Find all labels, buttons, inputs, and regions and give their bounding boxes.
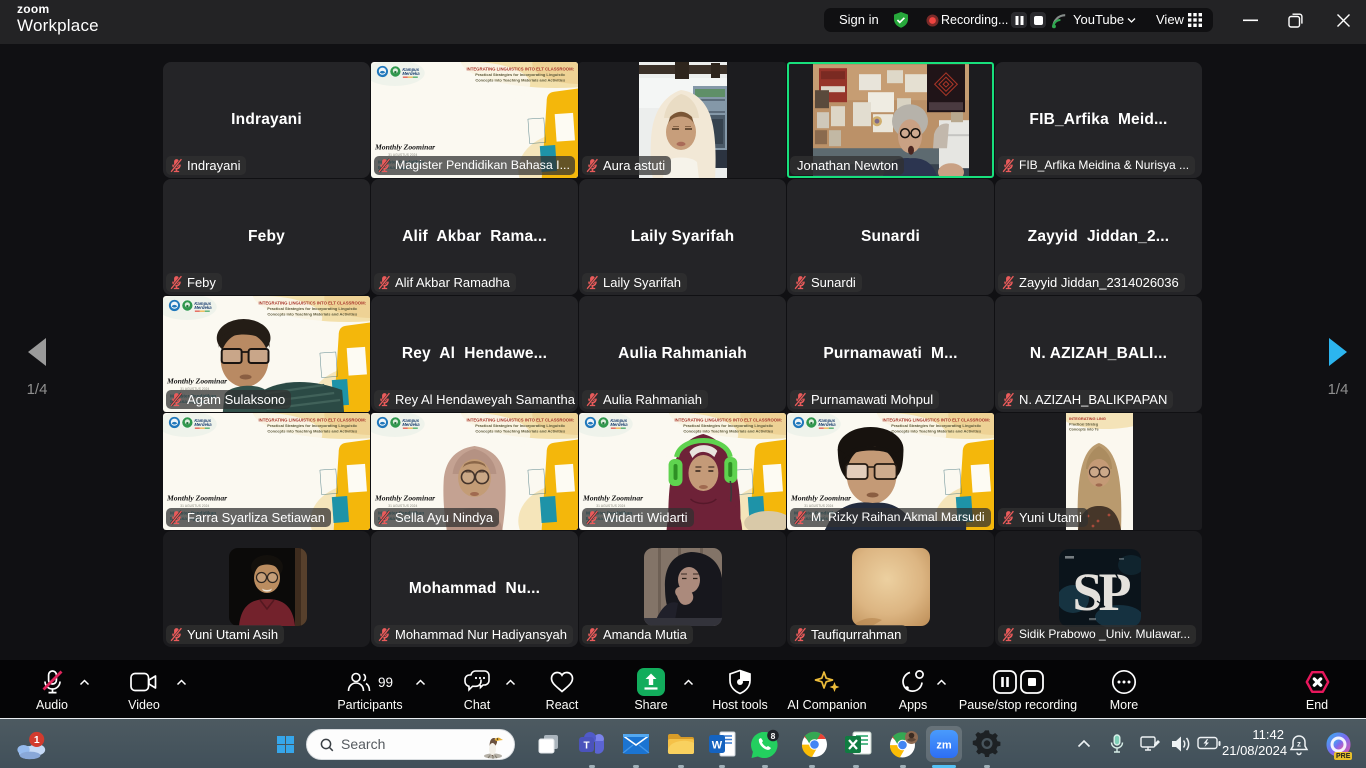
svg-text:SP: SP: [1072, 562, 1130, 622]
svg-text:z: z: [1297, 740, 1301, 749]
svg-text:1: 1: [34, 735, 40, 746]
svg-text:Practical Strateg: Practical Strateg: [1069, 423, 1098, 427]
svg-text:INTEGRATING LING: INTEGRATING LING: [1069, 416, 1106, 421]
svg-text:W: W: [712, 740, 723, 752]
svg-text:zm: zm: [936, 740, 952, 752]
svg-text:8: 8: [771, 731, 776, 741]
svg-text:T: T: [583, 741, 589, 752]
svg-text:Concepts into Te: Concepts into Te: [1069, 428, 1099, 432]
